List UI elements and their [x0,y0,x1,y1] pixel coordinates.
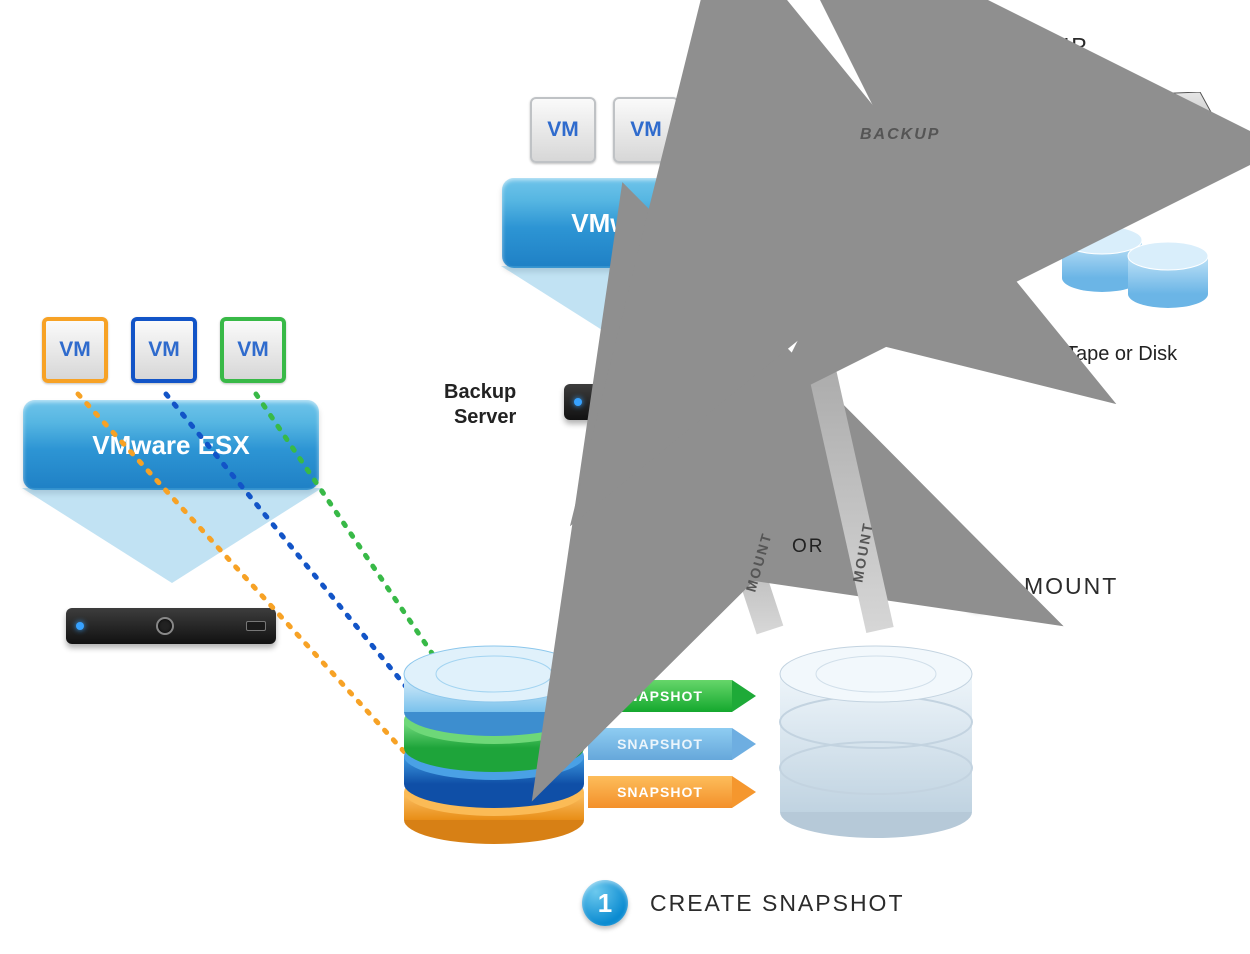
tape-drive-icon [1040,92,1214,180]
server-led-icon [574,398,582,406]
mount-text-1: MOUNT [743,530,775,593]
snapshot-arrow-blue: SNAPSHOT [588,728,756,760]
or-text: OR [792,536,825,558]
step-badge-1: 1 [582,880,628,926]
vm-tile-left-1: VM [42,317,108,383]
step-text-1: CREATE SNAPSHOT [650,890,905,917]
label-backup-agent-top: BackupAgent [700,36,767,86]
snapshot-arrow-green: SNAPSHOT [588,680,756,712]
source-disk-stack-icon [396,634,592,844]
step-badge-3: 3 [912,24,958,70]
snapshot-storage-icon [772,626,980,842]
step-text-2: MOUNT [1024,573,1118,600]
server-slot-icon [744,397,764,407]
server-slot-icon [246,621,266,631]
diagram-canvas: VM VM VM VMware ESX VM VM VM BackupAgent… [0,0,1250,954]
vm-tile-mid-2: VM [613,97,679,163]
vm-tile-left-2: VM [131,317,197,383]
vm-tile-mid-1: VM [530,97,596,163]
server-disc-icon [156,617,174,635]
step-badge-2: 2 [956,564,1002,610]
label-backup-agent-bottom: BackupAgent [616,432,683,482]
vm-tile-left-3: VM [220,317,286,383]
esx-host-left: VMware ESX [23,400,319,490]
label-backup-server: BackupServer [444,380,516,430]
server-disc-icon [654,393,672,411]
server-led-icon [76,622,84,630]
blue-disks-icon [1056,198,1216,318]
backup-arrow-text: BACKUP [860,126,940,144]
mount-text-2: MOUNT [849,520,875,583]
esx-host-mid: VMware ESX [502,178,798,268]
vm-tile-mid-3: VM [696,97,762,163]
esx-funnel-left [22,488,322,583]
step-text-3: BACKUP [982,33,1089,60]
server-left [66,608,276,644]
snapshot-arrow-orange: SNAPSHOT [588,776,756,808]
server-backup [564,384,774,420]
label-tape-or-disk: Tape or Disk [1066,342,1177,367]
esx-funnel-mid [501,266,801,361]
